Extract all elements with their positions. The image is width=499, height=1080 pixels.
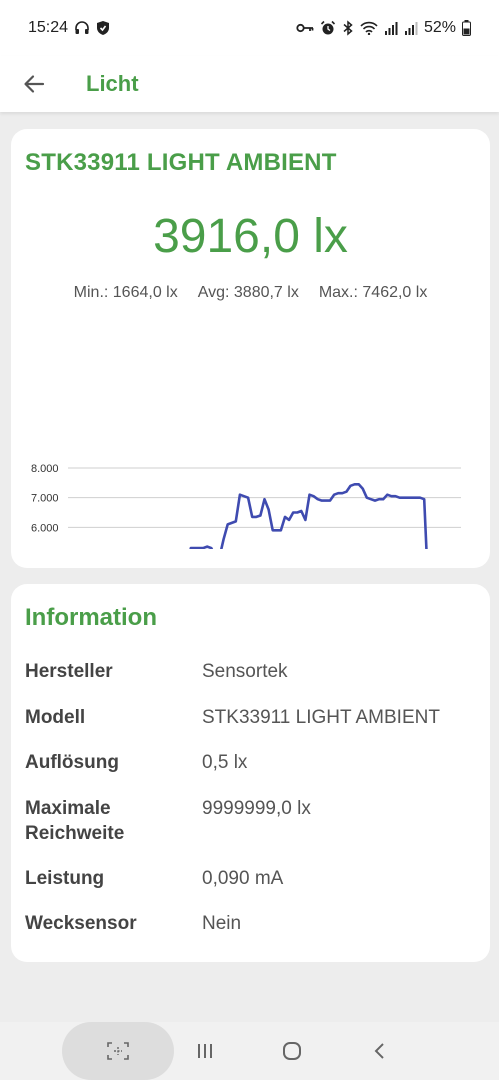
app-bar: Licht (0, 56, 499, 112)
info-value: STK33911 LIGHT AMBIENT (202, 707, 440, 728)
status-bar-right: 52% (296, 19, 471, 37)
info-label: Wecksensor (25, 913, 137, 934)
scan-button[interactable] (62, 1022, 174, 1080)
info-value: 0,090 mA (202, 868, 284, 889)
battery-percent: 52% (423, 19, 456, 36)
status-bar-left: 15:24 (28, 19, 110, 37)
alarm-icon (320, 20, 336, 36)
info-label: Maximale Reichweite (25, 798, 125, 844)
info-value: 0,5 lx (202, 752, 248, 773)
stat-min: Min.: 1664,0 lx (73, 284, 178, 301)
y-tick-label: 8.000 (31, 463, 59, 475)
info-label: Modell (25, 707, 86, 728)
signal-icon (384, 21, 398, 35)
recents-icon (198, 1044, 212, 1058)
home-button[interactable] (274, 1022, 310, 1080)
info-value: Sensortek (202, 661, 288, 682)
nav-back-button[interactable] (362, 1022, 396, 1080)
light-history-chart: 2.0003.0004.0005.0006.0007.0008.000 (31, 463, 461, 549)
info-value: Nein (202, 913, 242, 934)
status-bar: 15:24 52% (0, 0, 499, 56)
shield-icon (96, 20, 110, 36)
system-nav-bar (0, 1022, 499, 1080)
information-card: Information Hersteller Sensortek Modell … (11, 584, 490, 962)
info-value: 9999999,0 lx (202, 798, 311, 819)
y-tick-label: 6.000 (31, 522, 59, 534)
signal-icon (404, 21, 418, 35)
sensor-stats: Min.: 1664,0 lx Avg: 3880,7 lx Max.: 746… (11, 284, 490, 302)
home-icon (283, 1042, 301, 1060)
headphones-icon (74, 20, 90, 36)
wifi-icon (360, 21, 378, 35)
status-time: 15:24 (28, 19, 69, 36)
back-icon (374, 1043, 384, 1059)
page-title: Licht (86, 71, 139, 96)
sensor-name: STK33911 LIGHT AMBIENT (25, 149, 337, 176)
y-tick-label: 7.000 (31, 493, 59, 505)
scan-icon (107, 1042, 129, 1060)
key-icon (296, 22, 314, 34)
bluetooth-icon (342, 20, 354, 36)
sensor-current-value: 3916,0 lx (153, 210, 348, 263)
battery-icon (462, 20, 471, 36)
information-title: Information (25, 604, 157, 631)
back-button[interactable] (14, 64, 54, 104)
stat-avg: Avg: 3880,7 lx (197, 284, 299, 301)
info-label: Hersteller (25, 661, 113, 682)
arrow-left-icon (24, 75, 45, 93)
recents-button[interactable] (188, 1022, 222, 1080)
info-label: Auflösung (25, 752, 119, 773)
series-line (189, 483, 428, 549)
sensor-card: STK33911 LIGHT AMBIENT 3916,0 lx Min.: 1… (11, 129, 490, 568)
info-label: Leistung (25, 868, 105, 889)
stat-max: Max.: 7462,0 lx (318, 284, 428, 301)
